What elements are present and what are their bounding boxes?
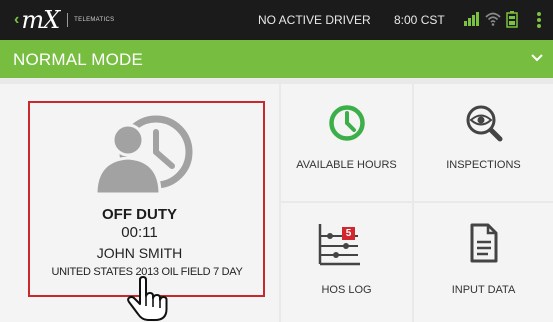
driver-clock-icon	[94, 115, 193, 196]
wifi-icon	[485, 12, 501, 26]
duty-status: OFF DUTY	[102, 206, 177, 223]
logo-chevron-icon: ‹	[14, 11, 20, 28]
chevron-down-icon[interactable]	[531, 53, 543, 63]
hand-pointer-icon	[127, 276, 168, 321]
overflow-menu-icon[interactable]	[536, 11, 542, 29]
tile-label-available-hours: AVAILABLE HOURS	[296, 159, 397, 171]
status-bar: ‹ mX TELEMATICS NO ACTIVE DRIVER 8:00 CS…	[0, 0, 553, 40]
tile-label-hos-log: HOS LOG	[321, 284, 372, 296]
hos-log-icon	[318, 224, 360, 266]
logo-divider	[67, 13, 69, 27]
driver-status-text[interactable]: NO ACTIVE DRIVER	[258, 13, 371, 27]
mode-bar[interactable]: NORMAL MODE	[0, 40, 553, 78]
clock-icon	[328, 105, 365, 141]
tile-available-hours[interactable]: AVAILABLE HOURS	[281, 84, 412, 201]
tile-inspections[interactable]: INSPECTIONS	[414, 84, 553, 201]
clock-text: 8:00 CST	[394, 13, 445, 27]
tile-hos-log[interactable]: HOS LOG	[281, 203, 412, 322]
tile-label-input-data: INPUT DATA	[451, 284, 516, 296]
inspection-eye-icon	[466, 105, 502, 142]
logo-subtitle: TELEMATICS	[74, 17, 115, 23]
battery-icon	[506, 11, 518, 28]
logo-text: mX	[21, 6, 60, 34]
driver-name: JOHN SMITH	[96, 245, 183, 261]
tile-input-data[interactable]: INPUT DATA	[414, 203, 553, 322]
mode-title: NORMAL MODE	[13, 50, 144, 69]
mix-telematics-logo: ‹ mX TELEMATICS	[14, 6, 115, 34]
duty-timer: 00:11	[121, 224, 158, 241]
hos-log-count-badge: 5	[342, 227, 355, 240]
document-icon	[470, 223, 497, 263]
tile-label-inspections: INSPECTIONS	[446, 159, 521, 171]
signal-bars-icon	[464, 12, 479, 26]
